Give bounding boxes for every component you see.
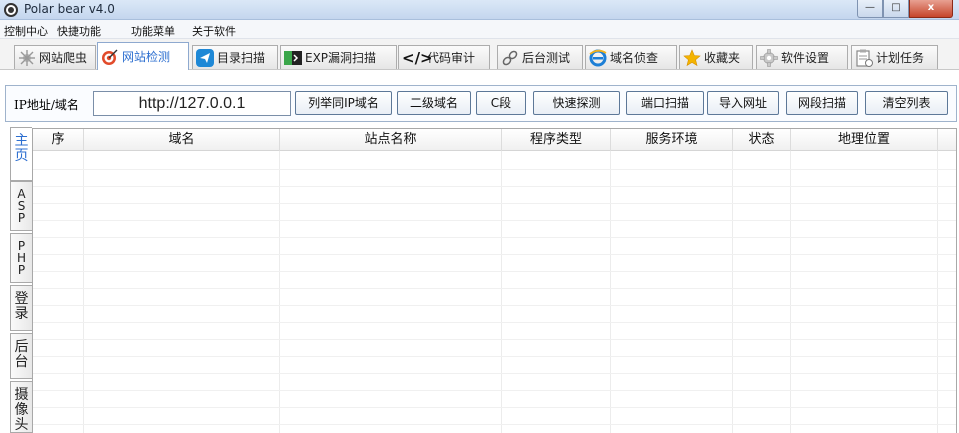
row-divider (33, 169, 956, 170)
ip-domain-label: IP地址/域名 (14, 98, 79, 112)
side-tab-camera[interactable]: 摄像头 (10, 381, 32, 433)
tab-label: 目录扫描 (217, 51, 266, 65)
column-header-program-type[interactable]: 程序类型 (502, 129, 611, 151)
clear-list-button[interactable]: 清空列表 (865, 91, 948, 115)
tab-domain-recon[interactable]: 域名侦查 (585, 45, 677, 69)
results-table[interactable]: 序 域名 站点名称 程序类型 服务环境 状态 地理位置 (32, 128, 957, 433)
tab-admin-test[interactable]: 后台测试 (497, 45, 583, 69)
table-header: 序 域名 站点名称 程序类型 服务环境 状态 地理位置 (33, 129, 956, 151)
title-bar: Polar bear v4.0 — □ x (0, 0, 959, 20)
tab-label: 计划任务 (876, 51, 925, 65)
row-divider (33, 254, 956, 255)
row-divider (33, 407, 956, 408)
link-icon (501, 49, 519, 67)
side-tab-home[interactable]: 主页 (10, 127, 32, 181)
star-icon (683, 48, 701, 67)
send-icon (196, 48, 214, 67)
tab-scheduled-tasks[interactable]: 计划任务 (851, 45, 938, 69)
tab-label: 代码审计 (427, 51, 476, 65)
column-header-location[interactable]: 地理位置 (791, 129, 938, 151)
row-divider (33, 271, 956, 272)
side-tab-label: 登录 (14, 291, 29, 322)
tab-label: 域名侦查 (610, 51, 659, 65)
ip-domain-input[interactable]: http://127.0.0.1 (93, 91, 291, 116)
column-header-site-name[interactable]: 站点名称 (280, 129, 502, 151)
tab-site-detection[interactable]: 网站检测 (97, 42, 189, 70)
tab-software-settings[interactable]: 软件设置 (756, 45, 848, 69)
window-controls: — □ x (857, 0, 953, 19)
menu-about[interactable]: 关于软件 (192, 23, 236, 39)
subdomain-button[interactable]: 二级域名 (397, 91, 471, 115)
side-tab-asp[interactable]: ASP (10, 181, 32, 231)
spider-icon (18, 49, 36, 67)
row-divider (33, 237, 956, 238)
terminal-icon (284, 49, 302, 67)
tab-directory-scan[interactable]: 目录扫描 (192, 45, 278, 69)
minimize-button[interactable]: — (857, 0, 883, 18)
menu-quick-functions[interactable]: 快捷功能 (57, 23, 101, 39)
row-divider (33, 424, 956, 425)
category-side-tabs: 主页 ASP PHP 登录 后台 摄像头 (10, 127, 32, 433)
row-divider (33, 322, 956, 323)
quick-probe-button[interactable]: 快速探测 (533, 91, 620, 115)
tab-site-crawler[interactable]: 网站爬虫 (14, 45, 96, 69)
side-tab-php[interactable]: PHP (10, 233, 32, 283)
ie-icon (589, 49, 607, 67)
side-tab-login[interactable]: 登录 (10, 285, 32, 331)
tab-label: 网站爬虫 (39, 51, 88, 65)
tab-exp-vuln-scan[interactable]: EXP漏洞扫描 (280, 45, 397, 69)
column-header-status[interactable]: 状态 (733, 129, 791, 151)
list-same-ip-domains-button[interactable]: 列举同IP域名 (295, 91, 392, 115)
column-header-index[interactable]: 序 (33, 129, 84, 151)
row-divider (33, 288, 956, 289)
row-divider (33, 220, 956, 221)
row-divider (33, 390, 956, 391)
tab-code-audit[interactable]: </> 代码审计 (398, 45, 490, 69)
menu-control-center[interactable]: 控制中心 (4, 23, 48, 39)
row-divider (33, 356, 956, 357)
row-divider (33, 203, 956, 204)
app-logo-icon (4, 3, 18, 17)
detection-toolbar: IP地址/域名 http://127.0.0.1 列举同IP域名 二级域名 C段… (5, 85, 957, 122)
segment-scan-button[interactable]: 网段扫描 (786, 91, 858, 115)
side-tab-label: 后台 (14, 339, 29, 370)
column-header-server-env[interactable]: 服务环境 (611, 129, 733, 151)
c-segment-button[interactable]: C段 (476, 91, 526, 115)
tab-label: 网站检测 (122, 50, 171, 64)
side-tab-label: ASP (17, 187, 26, 225)
port-scan-button[interactable]: 端口扫描 (626, 91, 704, 115)
side-tab-label: PHP (16, 239, 27, 277)
side-tab-label: 主页 (14, 133, 29, 164)
import-urls-button[interactable]: 导入网址 (707, 91, 779, 115)
row-divider (33, 305, 956, 306)
menu-bar: 控制中心 快捷功能 功能菜单 关于软件 (0, 20, 959, 39)
tab-label: 软件设置 (781, 51, 830, 65)
side-tab-label: 摄像头 (14, 387, 29, 433)
tab-favorites[interactable]: 收藏夹 (679, 45, 753, 69)
column-header-domain[interactable]: 域名 (84, 129, 280, 151)
tab-label: EXP漏洞扫描 (305, 51, 377, 65)
code-icon: </> (402, 48, 433, 67)
side-tab-admin[interactable]: 后台 (10, 333, 32, 379)
window-title: Polar bear v4.0 (24, 2, 115, 16)
maximize-button[interactable]: □ (883, 0, 909, 18)
row-divider (33, 186, 956, 187)
row-divider (33, 339, 956, 340)
main-tab-strip: 网站爬虫 网站检测 目录扫描 EXP漏洞扫描 </> 代码审计 后台测试 域名侦… (0, 39, 959, 70)
clipboard-icon (855, 49, 873, 67)
gear-icon (760, 48, 778, 67)
row-divider (33, 373, 956, 374)
menu-function-menu[interactable]: 功能菜单 (131, 23, 175, 39)
tab-label: 收藏夹 (704, 51, 741, 65)
tab-label: 后台测试 (522, 51, 571, 65)
target-icon (101, 48, 119, 66)
close-button[interactable]: x (909, 0, 953, 18)
